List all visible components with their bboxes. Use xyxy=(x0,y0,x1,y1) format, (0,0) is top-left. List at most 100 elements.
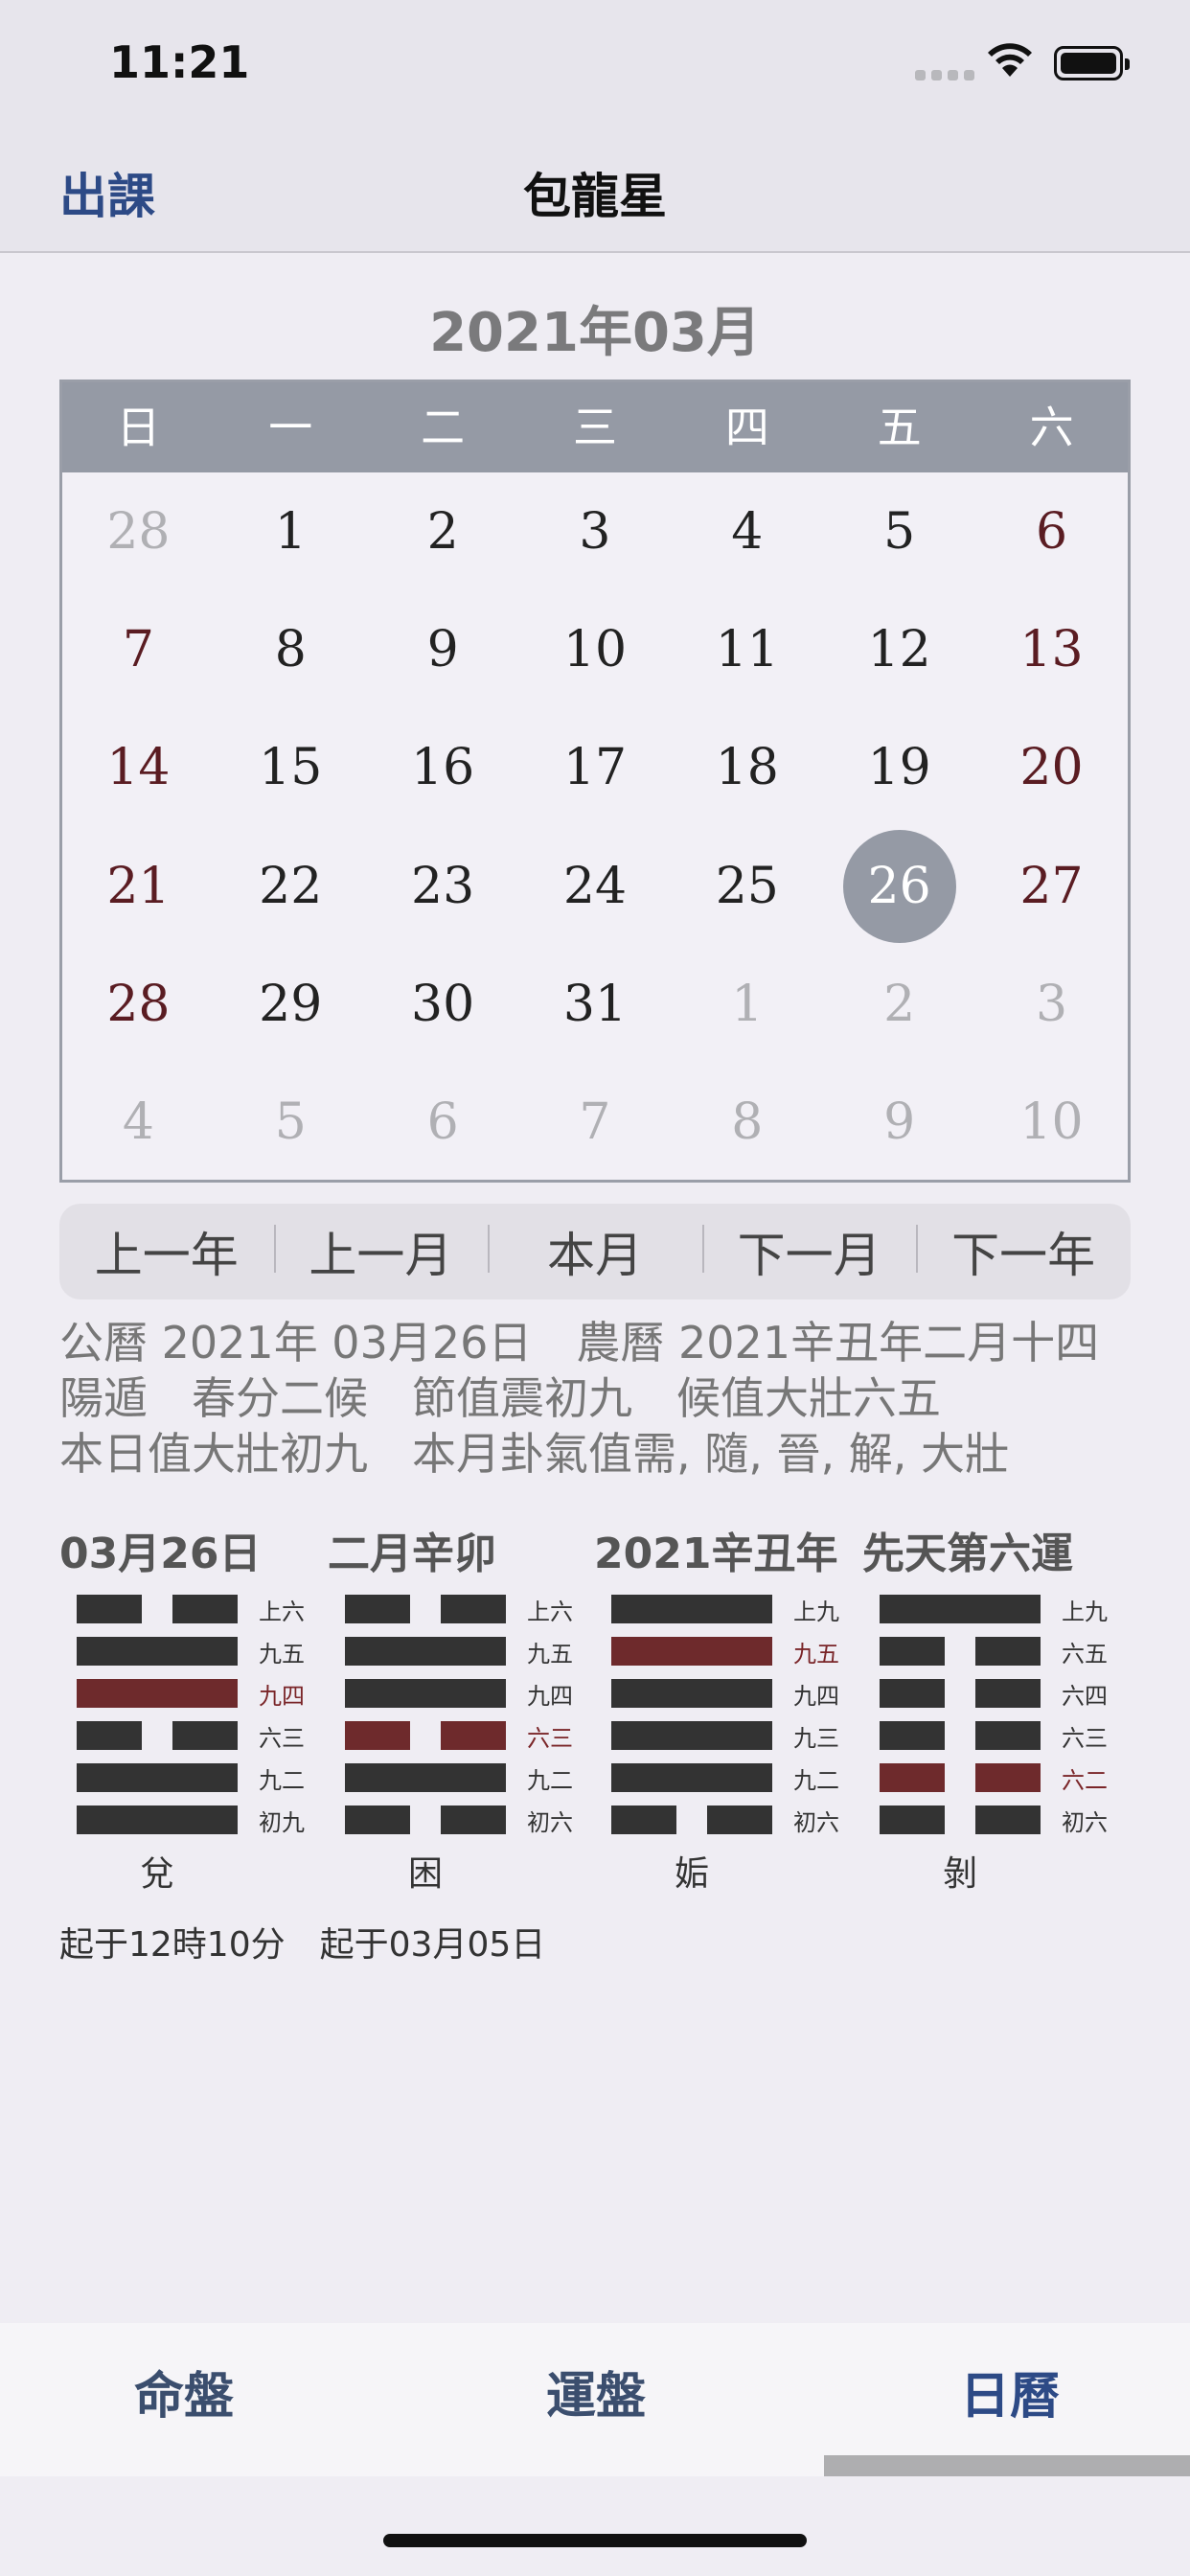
prev-month-button[interactable]: 上一月 xyxy=(273,1217,489,1286)
calendar-day[interactable]: 31 xyxy=(519,945,672,1063)
calendar-day[interactable]: 15 xyxy=(215,709,367,827)
calendar-day-number: 22 xyxy=(259,857,323,915)
calendar-day[interactable]: 3 xyxy=(975,945,1128,1063)
calendar-day[interactable]: 4 xyxy=(671,472,823,590)
hexagram-line: 六四 xyxy=(880,1679,1129,1721)
hexagram-era: 上九 六五 六四 六三 六二 初六 xyxy=(880,1595,1129,1848)
next-month-button[interactable]: 下一月 xyxy=(701,1217,917,1286)
calendar-day[interactable]: 25 xyxy=(671,827,823,945)
calendar-day[interactable]: 27 xyxy=(975,827,1128,945)
calendar-day[interactable]: 21 xyxy=(62,827,215,945)
calendar-day[interactable]: 1 xyxy=(215,472,367,590)
calendar-day[interactable]: 17 xyxy=(519,709,672,827)
hexagram-line: 九三 xyxy=(611,1721,860,1763)
hexagram-line-label: 初六 xyxy=(793,1809,839,1836)
calendar-day[interactable]: 23 xyxy=(367,827,519,945)
calendar-grid: 日 一 二 三 四 五 六 28 1 2 3 4 5 6 7 8 9 10 11 12 13 14 15 16 1… xyxy=(59,380,1131,1183)
tab-calendar[interactable]: 日曆 xyxy=(960,2356,1060,2427)
calendar-day[interactable]: 8 xyxy=(215,590,367,708)
calendar-day-number: 20 xyxy=(1019,739,1084,797)
calendar-day-selected[interactable]: 26 xyxy=(823,827,975,945)
this-month-button[interactable]: 本月 xyxy=(488,1217,702,1286)
calendar-day-number: 5 xyxy=(274,1093,307,1152)
calendar-day[interactable]: 24 xyxy=(519,827,672,945)
calendar-day[interactable]: 20 xyxy=(975,709,1128,827)
hexagram-line-label: 九五 xyxy=(527,1641,573,1668)
hexagram-line-label: 九四 xyxy=(259,1683,305,1710)
yin-line-segment xyxy=(975,1679,1041,1708)
day-grid: 28 1 2 3 4 5 6 7 8 9 10 11 12 13 14 15 16 17 18 19 20 21 22 23 2… xyxy=(62,472,1128,1182)
calendar-day-number: 1 xyxy=(274,502,307,561)
hexagram-line-label: 九二 xyxy=(793,1767,839,1794)
yin-line-segment xyxy=(880,1763,945,1792)
calendar-day-number: 2 xyxy=(426,502,459,561)
calendar-day[interactable]: 3 xyxy=(519,472,672,590)
calendar-day[interactable]: 28 xyxy=(62,945,215,1063)
calendar-day[interactable]: 4 xyxy=(62,1063,215,1181)
hexagram-line: 上九 xyxy=(611,1595,860,1637)
yang-line-segment xyxy=(77,1679,238,1708)
yin-line-segment xyxy=(77,1721,142,1750)
calendar-day[interactable]: 2 xyxy=(367,472,519,590)
calendar-day-number: 11 xyxy=(715,620,779,678)
calendar-day[interactable]: 18 xyxy=(671,709,823,827)
yin-line-segment xyxy=(441,1721,506,1750)
calendar-day[interactable]: 16 xyxy=(367,709,519,827)
calendar-day[interactable]: 28 xyxy=(62,472,215,590)
status-time: 11:21 xyxy=(109,36,250,88)
weekday-sat: 六 xyxy=(1029,402,1074,453)
calendar-day[interactable]: 9 xyxy=(823,1063,975,1181)
home-indicator[interactable] xyxy=(383,2534,807,2547)
calendar-day[interactable]: 10 xyxy=(519,590,672,708)
start-date-text: 起于03月05日 xyxy=(319,1925,546,1965)
calendar-day[interactable]: 29 xyxy=(215,945,367,1063)
calendar-day-number: 9 xyxy=(883,1093,916,1152)
month-hex-label: 二月辛卯 xyxy=(328,1530,496,1578)
tab-natal-chart[interactable]: 命盤 xyxy=(134,2356,234,2427)
hexagram-line-label: 九五 xyxy=(259,1641,305,1668)
calendar-day-number: 4 xyxy=(731,502,764,561)
calendar-day-number: 26 xyxy=(842,829,956,943)
date-info-line1: 公曆 2021年 03月26日 農曆 2021辛丑年二月十四 xyxy=(59,1317,1100,1368)
calendar-day[interactable]: 5 xyxy=(823,472,975,590)
calendar-day[interactable]: 10 xyxy=(975,1063,1128,1181)
yin-line-segment xyxy=(975,1763,1041,1792)
calendar-day[interactable]: 22 xyxy=(215,827,367,945)
hexagram-line: 九五 xyxy=(77,1637,326,1679)
calendar-day[interactable]: 7 xyxy=(519,1063,672,1181)
day-hex-label: 03月26日 xyxy=(59,1530,262,1578)
hexagram-line: 九四 xyxy=(345,1679,594,1721)
calendar-day[interactable]: 9 xyxy=(367,590,519,708)
calendar-day[interactable]: 12 xyxy=(823,590,975,708)
calendar-day[interactable]: 6 xyxy=(367,1063,519,1181)
yin-line-segment xyxy=(172,1721,238,1750)
calendar-day[interactable]: 2 xyxy=(823,945,975,1063)
calendar-day[interactable]: 6 xyxy=(975,472,1128,590)
weekday-wed: 三 xyxy=(573,402,617,453)
next-year-button[interactable]: 下一年 xyxy=(916,1217,1131,1286)
start-time-text: 起于12時10分 xyxy=(59,1925,286,1965)
calendar-day-number: 16 xyxy=(411,739,475,797)
yang-line-segment xyxy=(77,1637,238,1666)
hexagram-line: 初六 xyxy=(611,1806,860,1848)
hexagram-line-label: 初六 xyxy=(527,1809,573,1836)
calendar-day[interactable]: 7 xyxy=(62,590,215,708)
yang-line-segment xyxy=(345,1637,506,1666)
calendar-day[interactable]: 14 xyxy=(62,709,215,827)
hexagram-line-label: 上九 xyxy=(793,1598,839,1625)
calendar-day[interactable]: 13 xyxy=(975,590,1128,708)
month-navigation-control: 上一年 上一月 本月 下一月 下一年 xyxy=(59,1204,1131,1300)
calendar-day[interactable]: 5 xyxy=(215,1063,367,1181)
calendar-day[interactable]: 11 xyxy=(671,590,823,708)
calendar-day[interactable]: 30 xyxy=(367,945,519,1063)
prev-year-button[interactable]: 上一年 xyxy=(59,1217,274,1286)
calendar-day[interactable]: 19 xyxy=(823,709,975,827)
yang-line-segment xyxy=(345,1763,506,1792)
calendar-day-number: 28 xyxy=(106,975,171,1033)
weekday-sun: 日 xyxy=(116,402,161,453)
calendar-day[interactable]: 8 xyxy=(671,1063,823,1181)
hexagram-month: 上六 九五 九四 六三 九二 初六 xyxy=(345,1595,594,1848)
tab-fortune-chart[interactable]: 運盤 xyxy=(546,2356,646,2427)
hexagram-line-label: 六二 xyxy=(1062,1767,1108,1794)
calendar-day[interactable]: 1 xyxy=(671,945,823,1063)
